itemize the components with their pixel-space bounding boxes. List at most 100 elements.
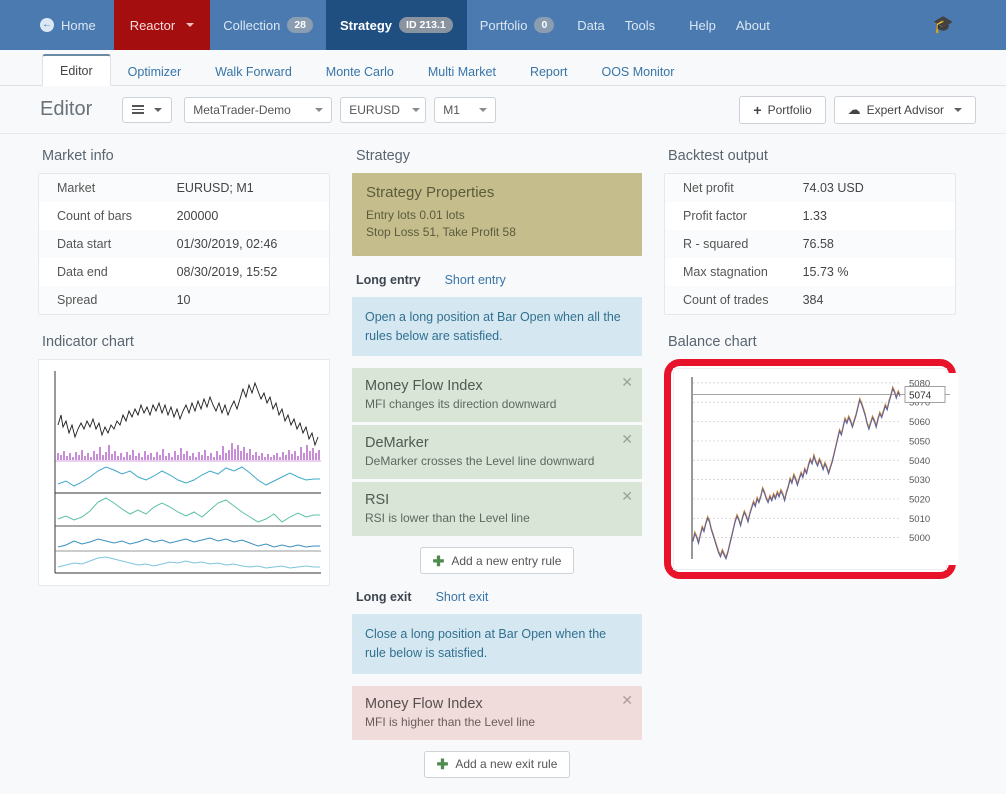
chevron-down-icon [479,107,488,112]
nav-item-portfolio[interactable]: Portfolio 0 [467,0,568,50]
remove-rule-icon[interactable]: ✕ [621,375,633,389]
tab-editor-label: Editor [60,64,93,78]
add-exit-rule-label: Add a new exit rule [455,757,558,772]
market-info-value: 08/30/2019, 15:52 [176,265,278,279]
tab-long-entry[interactable]: Long entry [356,273,421,287]
backtest-output-table: Net profit 74.03 USD Profit factor 1.33 … [665,174,955,314]
tab-monte-carlo[interactable]: Monte Carlo [309,57,411,86]
add-entry-rule-label: Add a new entry rule [451,553,562,568]
timeframe-select[interactable]: M1 [434,96,497,123]
tab-short-exit[interactable]: Short exit [436,590,489,604]
strategy-id-badge: ID 213.1 [399,16,453,34]
tab-multi-market[interactable]: Multi Market [411,57,513,86]
table-row: Max stagnation 15.73 % [665,258,955,286]
add-to-portfolio-button[interactable]: + Portfolio [739,95,826,124]
left-column: Market info Market EURUSD; M1 Count of b… [38,148,330,794]
tab-short-entry[interactable]: Short entry [445,273,506,287]
toolbar-actions: + Portfolio ☁ Expert Advisor [739,95,976,124]
tab-oos-monitor[interactable]: OOS Monitor [584,57,691,86]
add-exit-rule-button[interactable]: ✚ Add a new exit rule [423,750,571,778]
exit-direction-tabs: Long exit Short exit [356,590,642,604]
nav-item-about[interactable]: About [726,0,780,50]
nav-item-home[interactable]: ← Home [32,0,114,50]
strategy-properties-card[interactable]: Strategy Properties Entry lots 0.01 lots… [352,173,642,256]
market-info-value: EURUSD; M1 [176,181,254,195]
tab-optimizer[interactable]: Optimizer [111,57,198,86]
indicator-chart-card[interactable] [38,359,330,586]
nav-item-tools[interactable]: Tools [615,0,665,50]
strategy-properties-heading: Strategy Properties [366,184,495,201]
right-column: Backtest output Net profit 74.03 USD Pro… [664,148,958,794]
table-row: Count of bars 200000 [39,202,329,230]
add-to-portfolio-label: Portfolio [767,102,812,117]
strategy-properties-sl-tp: Stop Loss 51, Take Profit 58 [366,225,516,240]
remove-rule-icon[interactable]: ✕ [621,432,633,446]
menu-button[interactable] [122,96,173,123]
nav-item-collection[interactable]: Collection 28 [210,0,326,50]
graduation-cap-icon[interactable]: 🎓 [933,0,954,50]
entry-rule-item[interactable]: ✕ DeMarker DeMarker crosses the Level li… [352,425,642,480]
svg-text:5020: 5020 [909,494,930,505]
portfolio-count-badge: 0 [534,16,555,34]
remove-rule-icon[interactable]: ✕ [621,489,633,503]
backtest-key: Max stagnation [683,265,768,279]
entry-direction-tabs: Long entry Short entry [356,273,642,287]
nav-item-help[interactable]: Help [679,0,726,50]
backtest-key: R - squared [683,237,749,251]
balance-chart-card[interactable]: 5000 5010 5020 5030 5040 5050 5060 5070 5080 507… [673,368,958,570]
tab-walk-forward[interactable]: Walk Forward [198,57,309,86]
editor-toolbar: Editor MetaTrader-Demo EURUSD M1 + Portf… [0,86,1006,134]
entry-rule-item[interactable]: ✕ RSI RSI is lower than the Level line [352,482,642,537]
nav-item-data[interactable]: Data [567,0,614,50]
svg-text:5030: 5030 [909,475,930,486]
svg-text:5074: 5074 [909,390,932,401]
exit-info-box: Close a long position at Bar Open when t… [352,614,642,674]
chevron-down-icon [315,107,324,112]
tab-oos-monitor-label: OOS Monitor [601,65,675,79]
tab-short-exit-label: Short exit [435,590,489,605]
balance-chart-svg: 500050105020503050405050506050705080 507… [678,373,958,565]
nav-item-data-label: Data [577,17,605,33]
top-navbar: ← Home Reactor Collection 28 Strategy ID… [0,0,1006,50]
hamburger-menu-icon [132,105,145,114]
entry-rule-name: Money Flow Index [365,378,483,395]
entry-rule-desc: DeMarker crosses the Level line downward [365,454,595,469]
backtest-output-title: Backtest output [668,148,768,164]
nav-item-portfolio-label: Portfolio [479,17,528,33]
table-row: Count of trades 384 [665,286,955,314]
add-exit-rule-wrap: ✚ Add a new exit rule [352,750,642,778]
plus-icon: + [753,101,762,118]
indicator-chart-svg [46,367,322,578]
expert-advisor-button[interactable]: ☁ Expert Advisor [833,95,976,124]
tab-report[interactable]: Report [513,57,585,86]
entry-rule-item[interactable]: ✕ Money Flow Index MFI changes its direc… [352,368,642,423]
symbol-select[interactable]: EURUSD [340,96,427,123]
market-info-value: 200000 [176,209,219,223]
nav-item-reactor[interactable]: Reactor [113,0,211,50]
market-info-key: Data start [57,237,112,251]
market-info-card: Market EURUSD; M1 Count of bars 200000 D… [38,173,330,315]
backtest-value: 15.73 % [802,265,849,279]
broker-select[interactable]: MetaTrader-Demo [184,96,333,123]
indicator-chart-title: Indicator chart [42,334,134,350]
backtest-output-card: Net profit 74.03 USD Profit factor 1.33 … [664,173,956,315]
tab-report-label: Report [529,65,568,79]
nav-item-strategy[interactable]: Strategy ID 213.1 [326,0,467,50]
nav-item-help-label: Help [689,17,716,33]
back-circle-icon: ← [40,18,54,32]
exit-rule-item[interactable]: ✕ Money Flow Index MFI is higher than th… [352,685,642,740]
chevron-down-icon [154,107,163,112]
chevron-down-icon [954,107,962,112]
nav-item-about-label: About [735,17,770,33]
table-row: Market EURUSD; M1 [39,174,329,202]
collection-count-badge: 28 [287,16,313,34]
timeframe-select-value: M1 [443,102,460,117]
tab-long-exit[interactable]: Long exit [356,590,412,604]
market-info-value: 10 [176,293,191,307]
nav-item-reactor-label: Reactor [129,17,176,33]
tab-walk-forward-label: Walk Forward [215,65,292,79]
remove-rule-icon[interactable]: ✕ [621,693,633,707]
tab-editor[interactable]: Editor [42,54,111,86]
entry-rule-desc: RSI is lower than the Level line [365,511,530,526]
add-entry-rule-button[interactable]: ✚ Add a new entry rule [419,547,575,575]
